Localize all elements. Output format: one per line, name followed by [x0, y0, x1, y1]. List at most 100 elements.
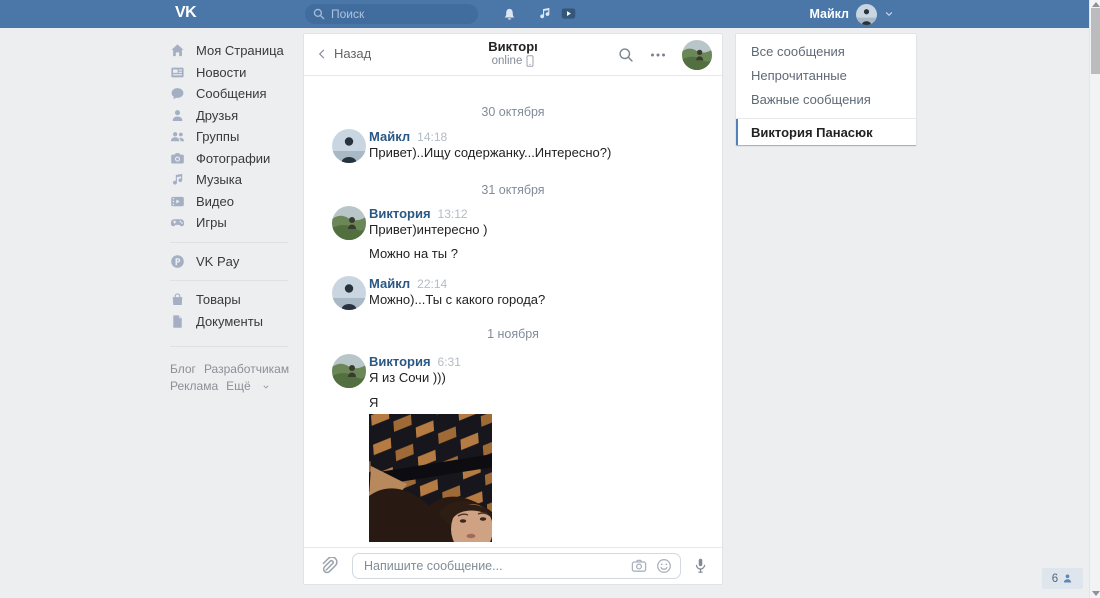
microphone-icon[interactable]: [693, 557, 708, 575]
vk-app: VK Майкл: [0, 0, 1100, 598]
top-bar: VK Майкл: [0, 0, 1100, 28]
sidebar-label: Видео: [196, 193, 234, 209]
chat-panel: Назад Викторı online 30 октября Майкл 14…: [303, 33, 723, 585]
online-friends-badge[interactable]: 6: [1042, 568, 1083, 589]
document-icon: [173, 315, 182, 328]
person-icon: [1064, 574, 1072, 583]
smiley-icon[interactable]: [656, 558, 672, 574]
sidebar-label: VK Pay: [196, 253, 240, 269]
message-author[interactable]: Майкл: [369, 276, 410, 291]
message-text: Привет)..Ищу содержанку...Интересно?): [369, 145, 612, 160]
selected-dialog[interactable]: Виктория Панасюк: [736, 119, 916, 146]
chat-peer-avatar[interactable]: [682, 40, 712, 70]
camera-icon: [171, 152, 184, 164]
scroll-down-arrow[interactable]: [1092, 591, 1100, 596]
message-text: Можно)...Ты с какого города?: [369, 292, 546, 307]
back-button[interactable]: Назад: [316, 46, 371, 61]
chat-peer-info: Викторı online: [424, 39, 602, 67]
ellipsis-icon[interactable]: [650, 49, 666, 61]
message-author[interactable]: Виктория: [369, 354, 431, 369]
sidebar-item-vkpay[interactable]: VK Pay: [170, 251, 300, 273]
date-separator: 30 октября: [481, 105, 545, 119]
filter-all-messages[interactable]: Все сообщения: [736, 40, 916, 64]
user-menu[interactable]: Майкл: [809, 0, 894, 28]
scroll-up-arrow[interactable]: [1092, 2, 1100, 7]
message[interactable]: Майкл 22:14 Можно)...Ты с какого города?: [304, 276, 722, 310]
search-icon[interactable]: [618, 47, 634, 63]
sidebar-divider: [170, 280, 288, 281]
sidebar-label: Фотографии: [196, 150, 271, 166]
sidebar-item-docs[interactable]: Документы: [170, 311, 300, 333]
mobile-phone-icon: [526, 55, 534, 67]
chevron-left-icon: [318, 48, 325, 59]
message-time: 22:14: [417, 277, 448, 291]
message-composer: [304, 547, 722, 584]
date-separator: 31 октября: [481, 183, 545, 197]
left-nav: Моя Страница Новости Сообщения Друзья Гр…: [170, 40, 300, 395]
sidebar-label: Друзья: [196, 107, 239, 123]
online-label: online: [491, 55, 523, 67]
sidebar-label: Новости: [196, 64, 247, 80]
page-scrollbar[interactable]: [1089, 0, 1100, 598]
filter-important[interactable]: Важные сообщения: [736, 88, 916, 112]
message-time: 13:12: [437, 207, 468, 221]
message-text: Можно на ты ?: [369, 246, 458, 261]
sidebar-label: Игры: [196, 215, 227, 231]
search-input[interactable]: [305, 4, 478, 24]
sidebar-item-my-page[interactable]: Моя Страница: [170, 40, 300, 62]
sidebar-item-video[interactable]: Видео: [170, 191, 300, 213]
message[interactable]: Виктория 13:12 Привет)интересно ) Можно н…: [304, 206, 722, 262]
message-time: 14:18: [417, 130, 448, 144]
sidebar-item-photos[interactable]: Фотографии: [170, 148, 300, 170]
paperclip-icon[interactable]: [322, 557, 340, 575]
message-author[interactable]: Майкл: [369, 129, 410, 144]
message[interactable]: Виктория 6:31 Я из Сочи ))) Я: [304, 354, 722, 542]
groups-icon: [170, 132, 185, 142]
avatar-maikl[interactable]: [332, 276, 366, 310]
chat-header: Назад Викторı online: [304, 34, 722, 76]
scrollbar-thumb[interactable]: [1091, 8, 1100, 74]
filter-unread[interactable]: Непрочитанные: [736, 64, 916, 88]
sidebar-label: Моя Страница: [196, 43, 284, 59]
video-icon[interactable]: [560, 6, 577, 21]
footer-link-blog[interactable]: Блог: [170, 362, 196, 376]
photo-attachment[interactable]: [369, 414, 492, 542]
sidebar-item-news[interactable]: Новости: [170, 62, 300, 84]
news-icon: [171, 67, 184, 78]
sidebar-item-goods[interactable]: Товары: [170, 289, 300, 311]
back-label: Назад: [334, 46, 372, 61]
friends-icon: [172, 109, 183, 121]
footer-link-ads[interactable]: Реклама: [170, 379, 218, 393]
message[interactable]: Майкл 14:18 Привет)..Ищу содержанку...Инт…: [304, 129, 722, 163]
sidebar-item-games[interactable]: Игры: [170, 212, 300, 234]
vk-logo[interactable]: VK: [175, 4, 197, 22]
sidebar-item-music[interactable]: Музыка: [170, 169, 300, 191]
date-separator: 1 ноября: [487, 327, 539, 341]
gamepad-icon: [170, 219, 185, 227]
sidebar-label: Документы: [196, 313, 264, 329]
chat-online-status: online: [424, 55, 602, 67]
messages-filter-panel: Все сообщения Непрочитанные Важные сообщ…: [735, 33, 917, 147]
sidebar-item-friends[interactable]: Друзья: [170, 105, 300, 127]
chat-title: Викторı: [488, 39, 538, 54]
sidebar-item-messages[interactable]: Сообщения: [170, 83, 300, 105]
shopping-bag-icon: [172, 293, 183, 306]
footer-link-more[interactable]: Ещё: [226, 379, 251, 393]
message-text: Привет)интересно ): [369, 222, 488, 237]
sidebar-label: Товары: [196, 292, 241, 308]
camera-icon[interactable]: [631, 558, 647, 574]
avatar-viktoria[interactable]: [332, 354, 366, 388]
footer-link-developers[interactable]: Разработчикам: [204, 362, 289, 376]
sidebar-divider: [170, 241, 288, 243]
message-author[interactable]: Виктория: [369, 206, 431, 221]
sidebar-footer-links: Блог Разработчикам Реклама Ещё: [170, 361, 300, 395]
chevron-down-icon: [885, 12, 893, 17]
sidebar-item-groups[interactable]: Группы: [170, 126, 300, 148]
message-list: 30 октября Майкл 14:18 Привет)..Ищу содер…: [304, 77, 722, 547]
message-time: 6:31: [437, 355, 461, 369]
global-search: [305, 4, 478, 24]
avatar-maikl[interactable]: [332, 129, 366, 163]
music-note-icon[interactable]: [537, 6, 552, 21]
bell-icon[interactable]: [502, 6, 517, 21]
avatar-viktoria[interactable]: [332, 206, 366, 240]
